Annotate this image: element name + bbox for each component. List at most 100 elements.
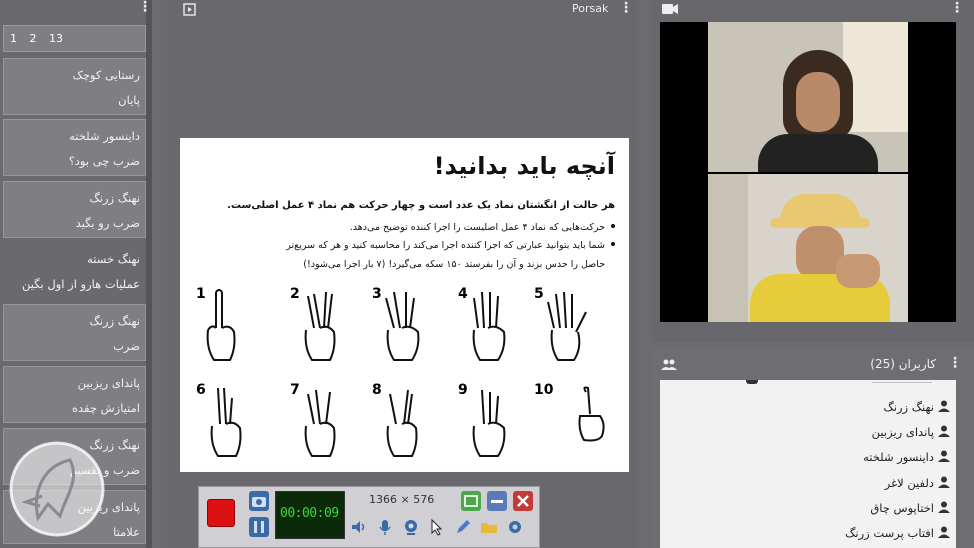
- hand-10-icon: [578, 386, 605, 442]
- pause-button[interactable]: [249, 517, 269, 537]
- user-icon: [938, 476, 950, 488]
- message-text: ضرب رو بگید: [75, 216, 140, 230]
- hand-7-icon: [304, 389, 336, 457]
- user-list-item[interactable]: دلفین لاغر: [885, 476, 934, 490]
- close-icon: [517, 495, 529, 507]
- record-button[interactable]: [207, 499, 235, 527]
- gear-icon: [509, 521, 521, 533]
- video-feed: [660, 22, 956, 322]
- slide-title: آنچه باید بدانید!: [433, 152, 615, 180]
- minus-icon: [491, 500, 503, 503]
- user-list-item[interactable]: نهنگ زرنگ: [883, 400, 934, 414]
- message-user: نهنگ خسته: [87, 252, 140, 266]
- presentation-more-icon[interactable]: ⋮: [619, 1, 633, 15]
- play-screen-icon[interactable]: [183, 3, 196, 16]
- page-13[interactable]: 13: [49, 32, 63, 45]
- region-button[interactable]: [461, 491, 481, 511]
- hand-6-icon: [210, 387, 242, 457]
- page-1[interactable]: 1: [10, 32, 17, 45]
- video-more-icon[interactable]: ⋮: [950, 1, 964, 15]
- close-button[interactable]: [513, 491, 533, 511]
- users-header: کاربران (25) ⋮: [652, 350, 974, 378]
- message-text: ضرب: [113, 339, 140, 353]
- pencil-icon: [457, 520, 470, 533]
- cursor-icon: [431, 518, 443, 536]
- recorder-toolbar: 00:00:09 1366 × 576: [198, 486, 540, 548]
- chat-more-icon[interactable]: ⋮: [138, 0, 152, 14]
- user-icon: [938, 425, 950, 437]
- resolution-label: 1366 × 576: [369, 493, 435, 506]
- chat-panel: ⋮ 1 2 13 رستایی کوچک پایان داینسور شلخته…: [0, 0, 152, 548]
- hand-2-icon: [304, 291, 336, 361]
- rectangle-icon: [464, 495, 478, 507]
- message-user: رستایی کوچک: [72, 68, 140, 82]
- hand-5-icon: [547, 291, 587, 361]
- page-2[interactable]: 2: [30, 32, 37, 45]
- user-list-item[interactable]: داینسور شلخته: [863, 450, 934, 464]
- speaker-icon: [352, 521, 365, 533]
- user-list-item[interactable]: افتاب پرست زرنگ: [845, 526, 934, 540]
- message-user: نهنگ زرنگ: [89, 314, 140, 328]
- user-list-item[interactable]: پاندای ریزبین: [872, 425, 934, 439]
- users-more-icon[interactable]: ⋮: [948, 356, 962, 370]
- hand-1-icon: [206, 289, 236, 361]
- webcam-presenter-1: [708, 22, 908, 172]
- user-list-item-partial: [872, 380, 932, 383]
- scroll-cursor-icon: [746, 380, 758, 384]
- message-text: عملیات هارو از اول بگین: [21, 277, 140, 291]
- hand-3-icon: [385, 291, 420, 361]
- message-user: نهنگ زرنگ: [89, 191, 140, 205]
- settings-button[interactable]: [505, 517, 525, 537]
- user-icon: [938, 526, 950, 538]
- user-icon: [938, 450, 950, 462]
- user-icon: [938, 400, 950, 412]
- chat-message: نهنگ زرنگ ضرب رو بگید: [3, 181, 146, 238]
- folder-button[interactable]: [479, 517, 499, 537]
- microphone-button[interactable]: [375, 517, 395, 537]
- users-icon: [661, 359, 677, 370]
- user-list-item[interactable]: اختاپوس چاق: [870, 501, 934, 515]
- pen-button[interactable]: [453, 517, 473, 537]
- slide-intro: هر حالت از انگشتان نماد یک عدد است و چها…: [227, 200, 615, 211]
- chat-message: نهنگ زرنگ ضرب: [3, 304, 146, 361]
- chat-message: پاندای ریزبین امتیازش چقده: [3, 366, 146, 423]
- webcam-presenter-2: [708, 174, 908, 322]
- chat-pagination: 1 2 13: [3, 25, 146, 52]
- watermark-logo: [9, 441, 105, 537]
- cursor-button[interactable]: [427, 517, 447, 537]
- presentation-title: Porsak: [572, 2, 609, 15]
- bullet-dot: [611, 242, 615, 246]
- hand-number-10: 10: [534, 382, 554, 398]
- message-user: داینسور شلخته: [69, 129, 140, 143]
- pause-icon: [254, 521, 264, 533]
- hand-4-icon: [472, 291, 506, 361]
- video-camera-icon: [662, 4, 678, 14]
- bullet-dot: [611, 224, 615, 228]
- message-text: پایان: [118, 93, 140, 107]
- microphone-icon: [379, 520, 391, 535]
- message-user: پاندای ریزبین: [77, 376, 140, 390]
- speaker-button[interactable]: [349, 517, 369, 537]
- camera-icon: [252, 497, 266, 507]
- slide-bullet: شما باید بتوانید عبارتی که اجرا کننده اج…: [286, 240, 605, 251]
- hand-8-icon: [386, 389, 418, 457]
- webcam-icon: [405, 520, 417, 535]
- minimize-button[interactable]: [487, 491, 507, 511]
- slide-continuation: حاصل را حدس بزند و آن را بفرستد ۱۵۰ سکه …: [303, 259, 605, 270]
- message-text: ضرب چی بود؟: [68, 154, 140, 168]
- timer-value: 00:00:09: [280, 506, 339, 521]
- chat-message: رستایی کوچک پایان: [3, 58, 146, 115]
- message-text: امتیازش چقده: [71, 401, 140, 415]
- chat-message: نهنگ خسته عملیات هارو از اول بگین: [3, 242, 146, 299]
- camera-button[interactable]: [249, 491, 269, 511]
- timer-display: 00:00:09: [275, 491, 345, 539]
- hand-9-icon: [472, 389, 506, 457]
- message-text: علامتا: [113, 525, 140, 539]
- slide-bullet: حرکت‌هایی که نماد ۴ عمل اصلیست را اجرا ک…: [349, 222, 605, 233]
- user-icon: [938, 501, 950, 513]
- chat-message: داینسور شلخته ضرب چی بود؟: [3, 119, 146, 176]
- users-title: کاربران (25): [870, 357, 936, 371]
- user-list: نهنگ زرنگ پاندای ریزبین داینسور شلخته دل…: [660, 380, 956, 548]
- folder-icon: [481, 523, 497, 533]
- webcam-button[interactable]: [401, 517, 421, 537]
